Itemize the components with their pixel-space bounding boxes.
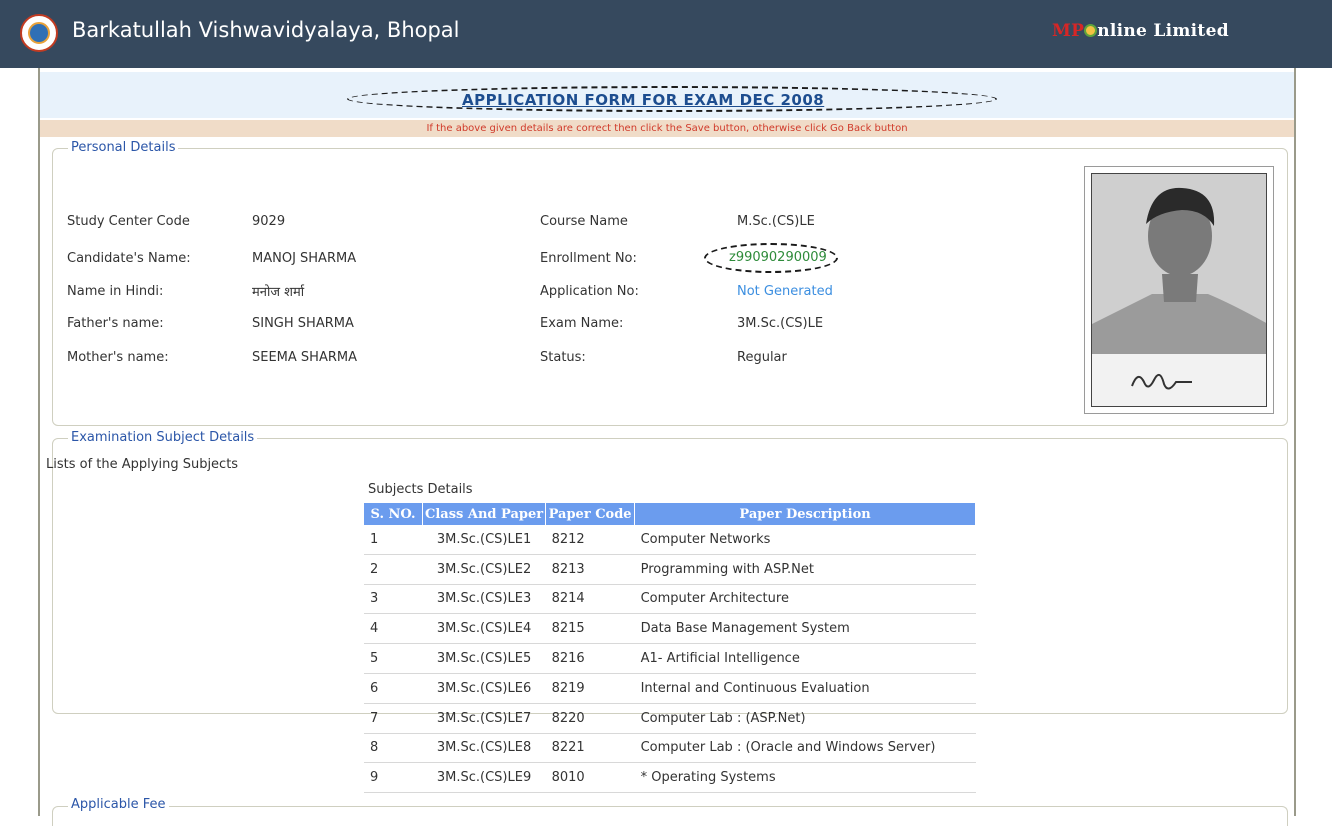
subjects-table: S. NO. Class And Paper Paper Code Paper … <box>364 503 976 794</box>
table-row: 7 3M.Sc.(CS)LE7 8220 Computer Lab : (ASP.Ne… <box>364 703 976 734</box>
personal-details-legend: Personal Details <box>68 140 179 155</box>
subjects-table-caption: Subjects Details <box>368 482 473 497</box>
table-row: 6 3M.Sc.(CS)LE6 8219 Internal and Continuou… <box>364 673 976 704</box>
application-no-value: Not Generated <box>737 284 833 299</box>
paper-code-cell: 8221 <box>545 733 635 764</box>
subjects-list-title: Lists of the Applying Subjects <box>46 457 239 472</box>
enrollment-label: Enrollment No: <box>540 251 637 266</box>
hindi-name-label: Name in Hindi: <box>67 284 164 299</box>
candidate-photo <box>1084 166 1274 414</box>
sno-cell: 6 <box>364 673 423 704</box>
class-paper-cell: 3M.Sc.(CS)LE9 <box>422 762 546 794</box>
status-value: Regular <box>737 350 787 365</box>
table-row: 3 3M.Sc.(CS)LE3 8214 Computer Architecture <box>364 584 976 615</box>
mother-name-value: SEEMA SHARMA <box>252 350 357 365</box>
class-paper-cell: 3M.Sc.(CS)LE8 <box>422 733 546 764</box>
application-no-label: Application No: <box>540 284 639 299</box>
table-row: 1 3M.Sc.(CS)LE1 8212 Computer Networks <box>364 525 976 555</box>
header-bar: Barkatullah Vishwavidyalaya, Bhopal MP nl… <box>0 0 1332 68</box>
subjects-table-header: S. NO. Class And Paper Paper Code Paper … <box>364 503 976 525</box>
confirmation-notice: If the above given details are correct t… <box>40 120 1294 137</box>
father-name-value: SINGH SHARMA <box>252 316 354 331</box>
course-name-label: Course Name <box>540 214 628 229</box>
table-row: 9 3M.Sc.(CS)LE9 8010 * Operating Systems <box>364 762 976 794</box>
paper-code-cell: 8215 <box>545 613 635 645</box>
class-paper-cell: 3M.Sc.(CS)LE3 <box>422 584 546 615</box>
table-row: 4 3M.Sc.(CS)LE4 8215 Data Base Management S… <box>364 613 976 645</box>
mponline-logo: MP nline Limited <box>1052 21 1229 41</box>
candidate-photo-icon <box>1092 174 1266 406</box>
father-name-label: Father's name: <box>67 316 164 331</box>
class-paper-cell: 3M.Sc.(CS)LE4 <box>422 613 546 645</box>
study-center-value: 9029 <box>252 214 286 229</box>
sno-cell: 2 <box>364 554 423 585</box>
paper-code-cell: 8220 <box>545 703 635 734</box>
status-label: Status: <box>540 350 586 365</box>
paper-description-cell: Computer Architecture <box>634 584 976 615</box>
paper-description-cell: Computer Lab : (Oracle and Windows Serve… <box>634 733 976 764</box>
sno-cell: 1 <box>364 525 423 555</box>
paper-code-cell: 8213 <box>545 554 635 585</box>
table-row: 2 3M.Sc.(CS)LE2 8213 Programming with ASP.N… <box>364 554 976 585</box>
heading-highlight-oval <box>347 86 997 112</box>
sno-cell: 4 <box>364 613 423 645</box>
paper-description-cell: Computer Networks <box>634 525 976 555</box>
applicable-fee-panel <box>52 806 1288 826</box>
applicable-fee-legend: Applicable Fee <box>68 797 169 812</box>
university-logo-icon <box>20 14 58 52</box>
sno-cell: 5 <box>364 643 423 674</box>
paper-description-cell: A1- Artificial Intelligence <box>634 643 976 674</box>
mponline-globe-icon <box>1084 24 1098 37</box>
paper-description-cell: Programming with ASP.Net <box>634 554 976 585</box>
study-center-label: Study Center Code <box>67 214 190 229</box>
candidate-name-value: MANOJ SHARMA <box>252 251 357 266</box>
table-row: 5 3M.Sc.(CS)LE5 8216 A1- Artificial Intelli… <box>364 643 976 674</box>
hindi-name-value: मनोज शर्मा <box>252 285 305 300</box>
paper-description-cell: Data Base Management System <box>634 613 976 645</box>
course-name-value: M.Sc.(CS)LE <box>737 214 815 229</box>
header-title: Barkatullah Vishwavidyalaya, Bhopal <box>72 18 460 42</box>
mother-name-label: Mother's name: <box>67 350 169 365</box>
table-row: 8 3M.Sc.(CS)LE8 8221 Computer Lab : (Oracle… <box>364 733 976 764</box>
candidate-name-label: Candidate's Name: <box>67 251 191 266</box>
paper-code-cell: 8212 <box>545 525 635 555</box>
sno-cell: 9 <box>364 762 423 794</box>
sno-cell: 8 <box>364 733 423 764</box>
class-paper-cell: 3M.Sc.(CS)LE1 <box>422 525 546 555</box>
paper-code-cell: 8214 <box>545 584 635 615</box>
column-header-paper-code: Paper Code <box>545 503 636 525</box>
exam-name-value: 3M.Sc.(CS)LE <box>737 316 824 331</box>
column-header-class-paper: Class And Paper <box>422 503 547 525</box>
class-paper-cell: 3M.Sc.(CS)LE5 <box>422 643 546 674</box>
sno-cell: 7 <box>364 703 423 734</box>
paper-code-cell: 8010 <box>545 762 635 794</box>
paper-code-cell: 8219 <box>545 673 635 704</box>
class-paper-cell: 3M.Sc.(CS)LE6 <box>422 673 546 704</box>
class-paper-cell: 3M.Sc.(CS)LE7 <box>422 703 546 734</box>
paper-description-cell: Internal and Continuous Evaluation <box>634 673 976 704</box>
column-header-paper-description: Paper Description <box>634 503 976 525</box>
sno-cell: 3 <box>364 584 423 615</box>
class-paper-cell: 3M.Sc.(CS)LE2 <box>422 554 546 585</box>
paper-code-cell: 8216 <box>545 643 635 674</box>
exam-name-label: Exam Name: <box>540 316 624 331</box>
paper-description-cell: Computer Lab : (ASP.Net) <box>634 703 976 734</box>
exam-subjects-legend: Examination Subject Details <box>68 430 258 445</box>
column-header-sno: S. NO. <box>364 503 423 525</box>
paper-description-cell: * Operating Systems <box>634 762 976 794</box>
enrollment-highlight-oval <box>704 243 838 273</box>
